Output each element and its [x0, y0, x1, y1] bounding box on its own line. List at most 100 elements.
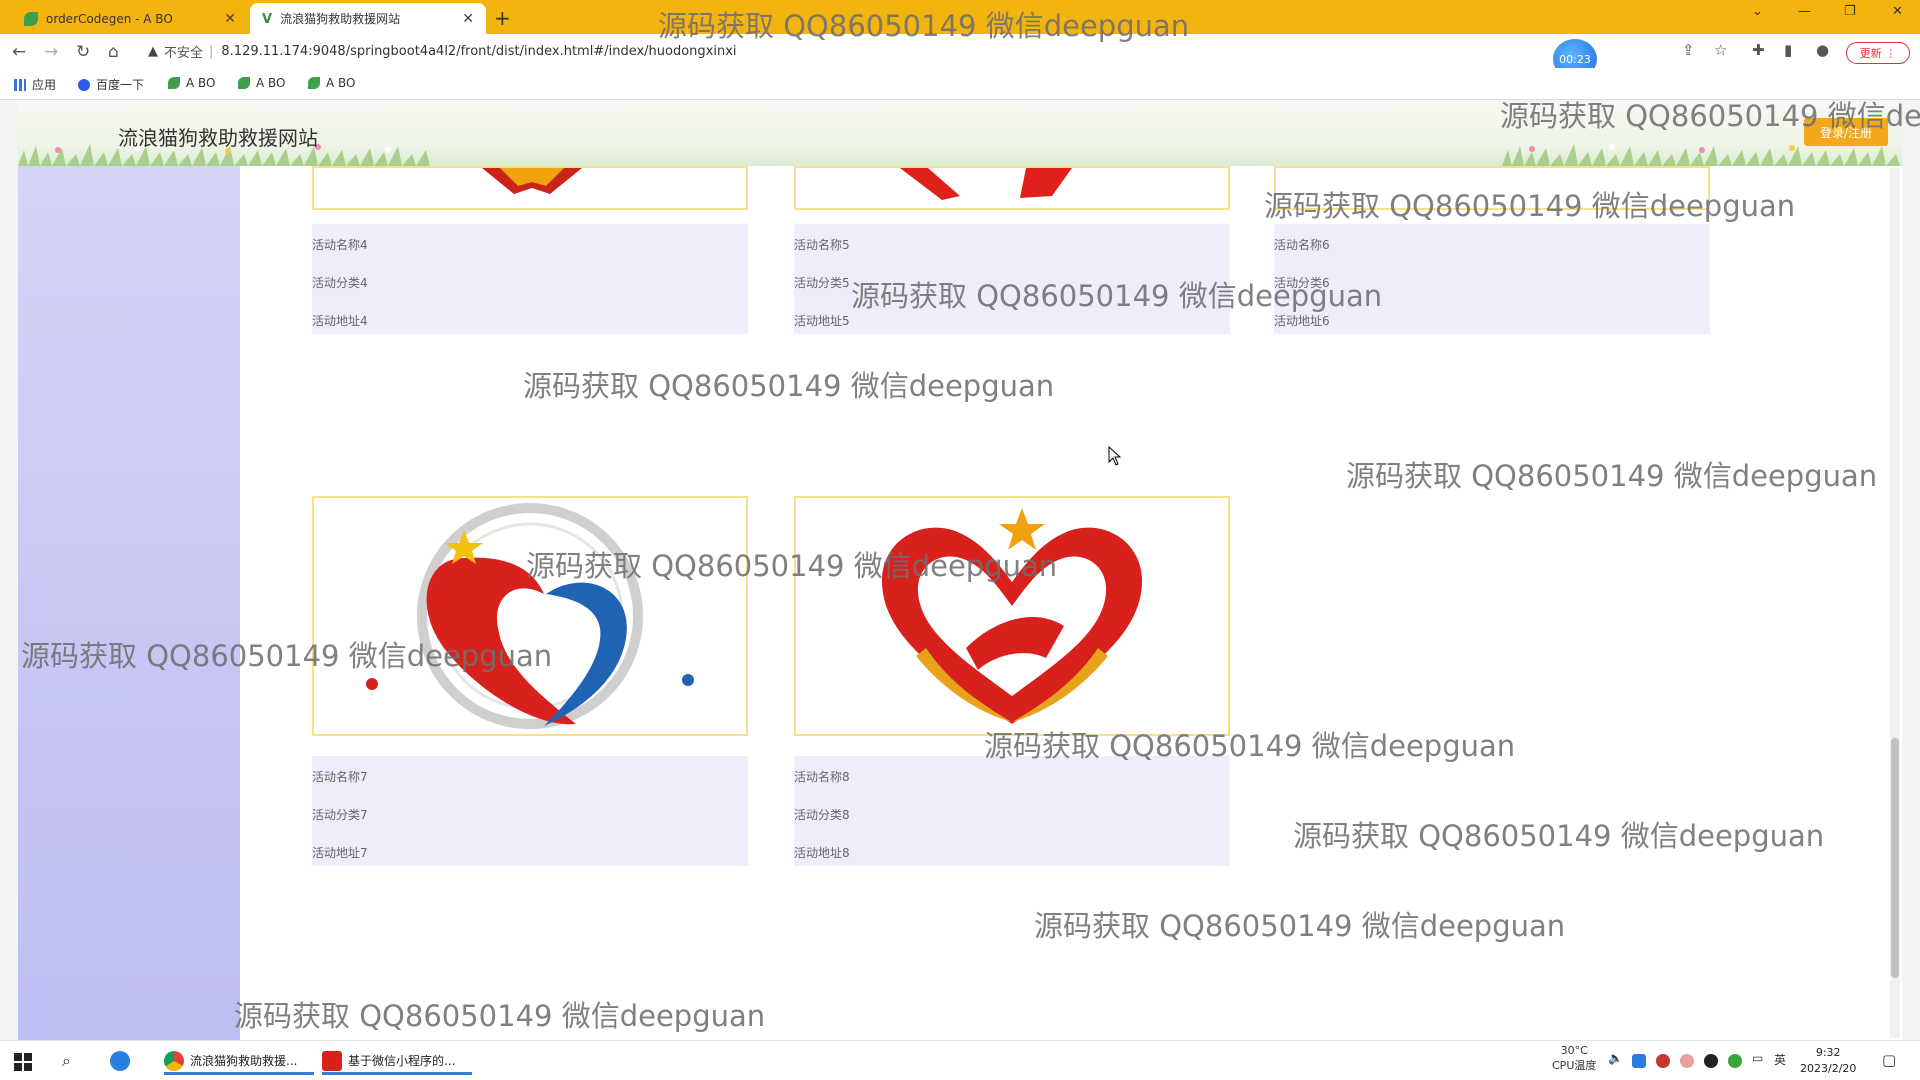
bookmark-baidu[interactable]: 百度一下	[78, 76, 144, 93]
bookmark-apps[interactable]: 应用	[14, 76, 56, 93]
watermark: 源码获取 QQ86050149 微信deepguan	[526, 549, 1058, 583]
taskbar-item-wechat-miniprogram[interactable]: 基于微信小程序的...	[322, 1049, 472, 1075]
puzzle-icon[interactable]: ✚	[1752, 41, 1765, 59]
back-arrow-icon[interactable]: ←	[12, 42, 26, 62]
watermark: 源码获取 QQ86050149 微信deepguan	[984, 729, 1516, 763]
heart-logo-image	[900, 168, 1072, 200]
speaker-icon[interactable]: 🔈	[1608, 1051, 1623, 1065]
browser-tab-ordercodegen[interactable]: orderCodegen - A BO ✕	[12, 3, 248, 34]
site-title: 流浪猫狗救助救援网站	[118, 126, 318, 150]
apps-grid-icon	[14, 78, 26, 91]
tab-title: 流浪猫狗救助救援网站	[280, 12, 401, 26]
wechat-icon[interactable]	[1728, 1054, 1742, 1068]
v-logo-icon: V	[262, 11, 273, 27]
left-sidebar	[18, 166, 240, 1040]
wps-icon	[322, 1050, 342, 1071]
activity-address: 活动地址8	[794, 846, 850, 860]
update-button[interactable]: 更新 ⋮	[1846, 42, 1910, 64]
forward-arrow-icon[interactable]: →	[44, 42, 58, 62]
sidebar-icon[interactable]: ▮	[1784, 41, 1792, 59]
bookmark-label: 百度一下	[96, 78, 145, 92]
leaf-icon	[168, 77, 180, 89]
activity-category: 活动分类7	[312, 808, 368, 822]
activity-category: 活动分类4	[312, 276, 368, 290]
share-icon[interactable]: ⇪	[1682, 41, 1695, 59]
bookmark-abo-2[interactable]: A BO	[238, 76, 286, 90]
windows-start-icon[interactable]	[14, 1053, 32, 1071]
ime-indicator[interactable]: 英	[1774, 1051, 1786, 1068]
qq-penguin-icon[interactable]	[1704, 1054, 1718, 1068]
activity-card-4[interactable]: 活动名称4 活动分类4 活动地址4	[312, 224, 748, 334]
star-icon[interactable]: ☆	[1714, 41, 1727, 59]
activity-name: 活动名称5	[794, 238, 850, 252]
divider: |	[209, 43, 214, 59]
profile-icon[interactable]: ●	[1816, 41, 1829, 59]
bookmark-abo-1[interactable]: A BO	[168, 76, 216, 90]
activity-address: 活动地址7	[312, 846, 368, 860]
watermark: 源码获取 QQ86050149 微信deepguan	[1346, 459, 1878, 493]
close-icon[interactable]: ✕	[224, 11, 236, 27]
display-icon[interactable]: ▭	[1752, 1051, 1763, 1065]
close-window-button[interactable]: ✕	[1892, 4, 1903, 19]
clock-date: 2023/2/20	[1800, 1062, 1857, 1075]
taskbar-item-rescue-site[interactable]: 流浪猫狗救助救援...	[164, 1049, 314, 1075]
watermark: 源码获取 QQ86050149 微信deepguan	[1264, 189, 1796, 223]
update-label: 更新	[1859, 47, 1882, 60]
reload-icon[interactable]: ↻	[76, 42, 90, 62]
taskbar-label: 流浪猫狗救助救援...	[190, 1054, 298, 1068]
watermark: 源码获取 QQ86050149 微信deepguan	[21, 639, 553, 673]
activity-card-8[interactable]: 活动名称8 活动分类8 活动地址8	[794, 756, 1230, 866]
watermark: 源码获取 QQ86050149 微信deepguan	[851, 279, 1383, 313]
bookmark-label: 应用	[32, 78, 57, 92]
baidu-paw-icon	[78, 78, 90, 91]
activity-name: 活动名称7	[312, 770, 368, 784]
watermark: 源码获取 QQ86050149 微信deepguan	[234, 999, 766, 1033]
restore-button[interactable]: ❐	[1844, 4, 1856, 19]
close-icon[interactable]: ✕	[462, 11, 474, 27]
minimize-button[interactable]: —	[1798, 4, 1811, 19]
browser-tab-rescue-site[interactable]: V 流浪猫狗救助救援网站 ✕	[250, 3, 486, 34]
activity-category: 活动分类8	[794, 808, 850, 822]
watermark: 源码获取 QQ86050149 微信deepguan	[658, 9, 1190, 43]
activity-image-8[interactable]	[794, 496, 1230, 736]
search-icon[interactable]: ⌕	[62, 1051, 71, 1071]
ie-browser-icon[interactable]	[110, 1051, 130, 1071]
security-shield-icon[interactable]	[1656, 1054, 1670, 1068]
bookmark-label: A BO	[326, 76, 356, 90]
windows-taskbar: ⌕ 流浪猫狗救助救援... 基于微信小程序的... 30°C CPU温度 🔈 ▭…	[0, 1040, 1920, 1080]
activity-name: 活动名称6	[1274, 238, 1330, 252]
notification-icon[interactable]: ▢	[1882, 1051, 1896, 1069]
bookmark-abo-3[interactable]: A BO	[308, 76, 356, 90]
new-tab-button[interactable]: +	[494, 6, 511, 30]
leaf-icon	[308, 77, 320, 89]
activity-image-5[interactable]	[794, 166, 1230, 210]
watermark: 源码获取 QQ86050149 微信deepguan	[1500, 99, 1920, 133]
url-text: 8.129.11.174:9048/springboot4a4l2/front/…	[221, 43, 737, 59]
activity-image-7[interactable]	[312, 496, 748, 736]
home-icon[interactable]: ⌂	[108, 42, 119, 62]
taskbar-label: 基于微信小程序的...	[348, 1054, 456, 1068]
warning-icon: ▲	[148, 43, 158, 59]
bookmark-label: A BO	[186, 76, 216, 90]
heart-logo-image	[881, 508, 1143, 724]
system-clock[interactable]: 9:32 2023/2/20	[1800, 1045, 1856, 1077]
clock-time: 9:32	[1815, 1046, 1841, 1059]
scrollbar-thumb[interactable]	[1891, 738, 1899, 978]
activity-card-7[interactable]: 活动名称7 活动分类7 活动地址7	[312, 756, 748, 866]
cpu-temperature: 30°C CPU温度	[1552, 1043, 1596, 1073]
tray-app-icon[interactable]	[1680, 1054, 1694, 1068]
watermark: 源码获取 QQ86050149 微信deepguan	[1293, 819, 1825, 853]
tab-title: orderCodegen - A BO	[46, 11, 173, 26]
activity-address: 活动地址5	[794, 314, 850, 328]
chrome-icon	[164, 1050, 184, 1071]
page-scrollbar[interactable]	[1890, 168, 1900, 1038]
chevron-down-icon[interactable]: ⌄	[1752, 4, 1763, 19]
leaf-icon	[238, 77, 250, 89]
network-icon[interactable]	[1632, 1054, 1646, 1068]
insecure-label: 不安全	[164, 45, 204, 61]
heart-logo-image	[366, 503, 694, 729]
activity-image-4[interactable]	[312, 166, 748, 210]
mouse-cursor-icon	[1108, 446, 1122, 466]
activity-name: 活动名称4	[312, 238, 368, 252]
watermark: 源码获取 QQ86050149 微信deepguan	[523, 369, 1055, 403]
